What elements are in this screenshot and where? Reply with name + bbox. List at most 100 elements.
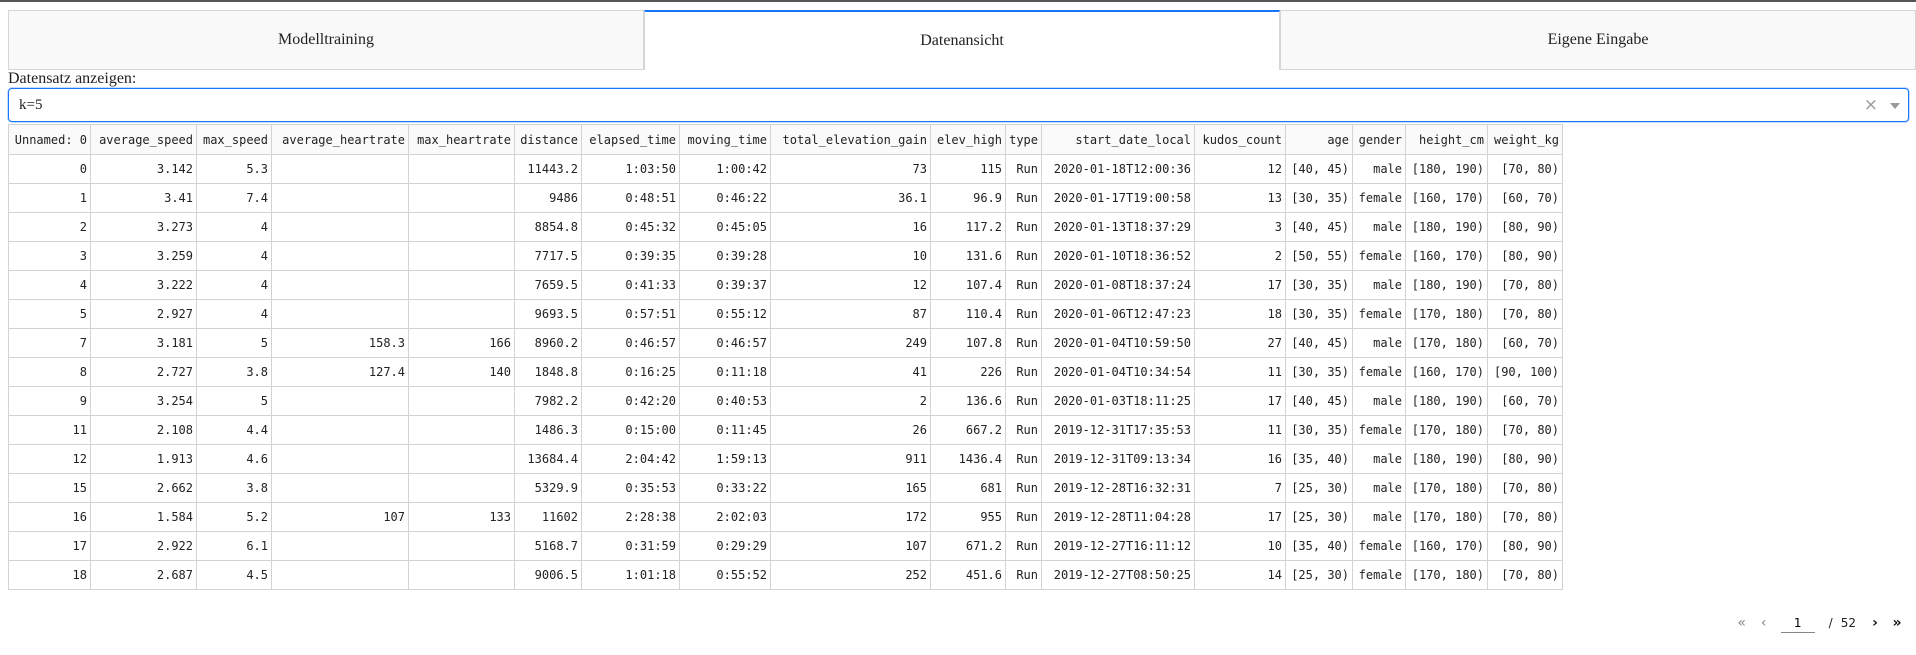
previous-page-button[interactable]: ‹ [1753,615,1775,631]
table-cell: Run [1005,183,1042,213]
data-table: Unnamed: 0 average_speed max_speed average_… [8,124,1563,590]
table-cell: 3.222 [90,270,197,300]
table-cell: 133 [408,502,515,532]
table-cell: 226 [930,357,1006,387]
table-cell: [60, 70) [1487,328,1563,358]
table-cell [271,444,409,474]
table-cell: 2020-01-10T18:36:52 [1041,241,1195,271]
column-header[interactable]: start_date_local [1041,124,1195,155]
table-cell: 0:40:53 [679,386,771,416]
table-cell: [160, 170) [1405,183,1488,213]
table-cell: 1:03:50 [581,154,680,184]
table-cell: 1436.4 [930,444,1006,474]
table-cell: 4 [8,270,91,300]
table-cell: 18 [8,560,91,590]
column-header[interactable]: max_heartrate [408,124,515,155]
column-header[interactable]: Unnamed: 0 [8,124,91,155]
table-row: 8 2.727 3.8 127.4 140 1848.8 0:16:25 0:11:18 41 2… [8,357,1563,387]
column-header[interactable]: moving_time [679,124,771,155]
column-header[interactable]: kudos_count [1194,124,1286,155]
table-cell: [30, 35) [1285,183,1353,213]
table-cell: 0:45:05 [679,212,771,242]
table-cell: female [1352,357,1406,387]
column-header[interactable]: distance [514,124,582,155]
table-cell: Run [1005,299,1042,329]
table-cell: 2020-01-13T18:37:29 [1041,212,1195,242]
table-cell: male [1352,328,1406,358]
table-cell: 2 [8,212,91,242]
column-header[interactable]: weight_kg [1487,124,1563,155]
table-cell: [180, 190) [1405,270,1488,300]
table-cell: Run [1005,444,1042,474]
table-cell [271,241,409,271]
column-header[interactable]: gender [1352,124,1406,155]
table-cell: 0:39:37 [679,270,771,300]
table-cell: 136.6 [930,386,1006,416]
table-cell: [25, 30) [1285,473,1353,503]
column-header[interactable]: average_speed [90,124,197,155]
last-page-button[interactable]: » [1886,615,1908,631]
table-cell: 5.2 [196,502,272,532]
table-cell: [160, 170) [1405,241,1488,271]
table-cell: [30, 35) [1285,415,1353,445]
tab-modelltraining[interactable]: Modelltraining [8,10,644,70]
table-cell: 5.3 [196,154,272,184]
table-cell: 2.662 [90,473,197,503]
table-cell: 3 [1194,212,1286,242]
table-cell [271,473,409,503]
table-row: 2 3.273 4 8854.8 0:45:32 0:45:05 16 117.2 Run 202… [8,212,1563,242]
table-cell: 127.4 [271,357,409,387]
table-cell: 1.584 [90,502,197,532]
table-cell: [170, 180) [1405,299,1488,329]
column-header[interactable]: elev_high [930,124,1006,155]
column-header[interactable]: height_cm [1405,124,1488,155]
table-cell: 2019-12-28T11:04:28 [1041,502,1195,532]
column-header[interactable]: type [1005,124,1042,155]
table-row: 0 3.142 5.3 11443.2 1:03:50 1:00:42 73 115 Run 20… [8,154,1563,184]
table-cell [408,386,515,416]
first-page-button[interactable]: « [1731,615,1753,631]
table-cell: 11 [1194,357,1286,387]
table-row: 1 3.41 7.4 9486 0:48:51 0:46:22 36.1 96.9 Run 202… [8,183,1563,213]
table-cell: 2 [1194,241,1286,271]
table-cell: female [1352,241,1406,271]
table-cell: [25, 30) [1285,502,1353,532]
chevron-down-icon[interactable] [1890,103,1900,109]
current-page-input[interactable] [1780,613,1815,633]
table-cell: Run [1005,154,1042,184]
tab-eigene-eingabe[interactable]: Eigene Eingabe [1280,10,1916,70]
table-cell: 9 [8,386,91,416]
table-cell: 451.6 [930,560,1006,590]
tab-datenansicht[interactable]: Datenansicht [644,10,1280,70]
table-cell: 5329.9 [514,473,582,503]
table-cell: 13684.4 [514,444,582,474]
table-cell: 4 [196,241,272,271]
table-row: 7 3.181 5 158.3 166 8960.2 0:46:57 0:46:57 249 10… [8,328,1563,358]
table-cell: Run [1005,212,1042,242]
column-header[interactable]: average_heartrate [271,124,409,155]
table-cell: 0:33:22 [679,473,771,503]
clear-icon[interactable]: × [1864,95,1878,115]
column-header[interactable]: elapsed_time [581,124,680,155]
table-cell: 2:28:38 [581,502,680,532]
table-cell: 10 [1194,531,1286,561]
dataset-label: Datensatz anzeigen: [8,70,137,87]
table-cell: [35, 40) [1285,531,1353,561]
table-cell [408,473,515,503]
next-page-button[interactable]: › [1864,615,1886,631]
table-cell: [80, 90) [1487,531,1563,561]
table-cell: 3.142 [90,154,197,184]
table-cell [271,531,409,561]
column-header[interactable]: max_speed [196,124,272,155]
column-header[interactable]: age [1285,124,1353,155]
table-cell: 249 [770,328,931,358]
table-cell: [70, 80) [1487,299,1563,329]
table-cell: [60, 70) [1487,183,1563,213]
table-cell: 2020-01-04T10:59:50 [1041,328,1195,358]
dataset-dropdown[interactable]: k=5 × [8,88,1909,122]
column-header[interactable]: total_elevation_gain [770,124,931,155]
table-cell: 16 [1194,444,1286,474]
table-cell: 2020-01-03T18:11:25 [1041,386,1195,416]
total-pages: 52 [1840,616,1856,630]
table-cell: 7659.5 [514,270,582,300]
